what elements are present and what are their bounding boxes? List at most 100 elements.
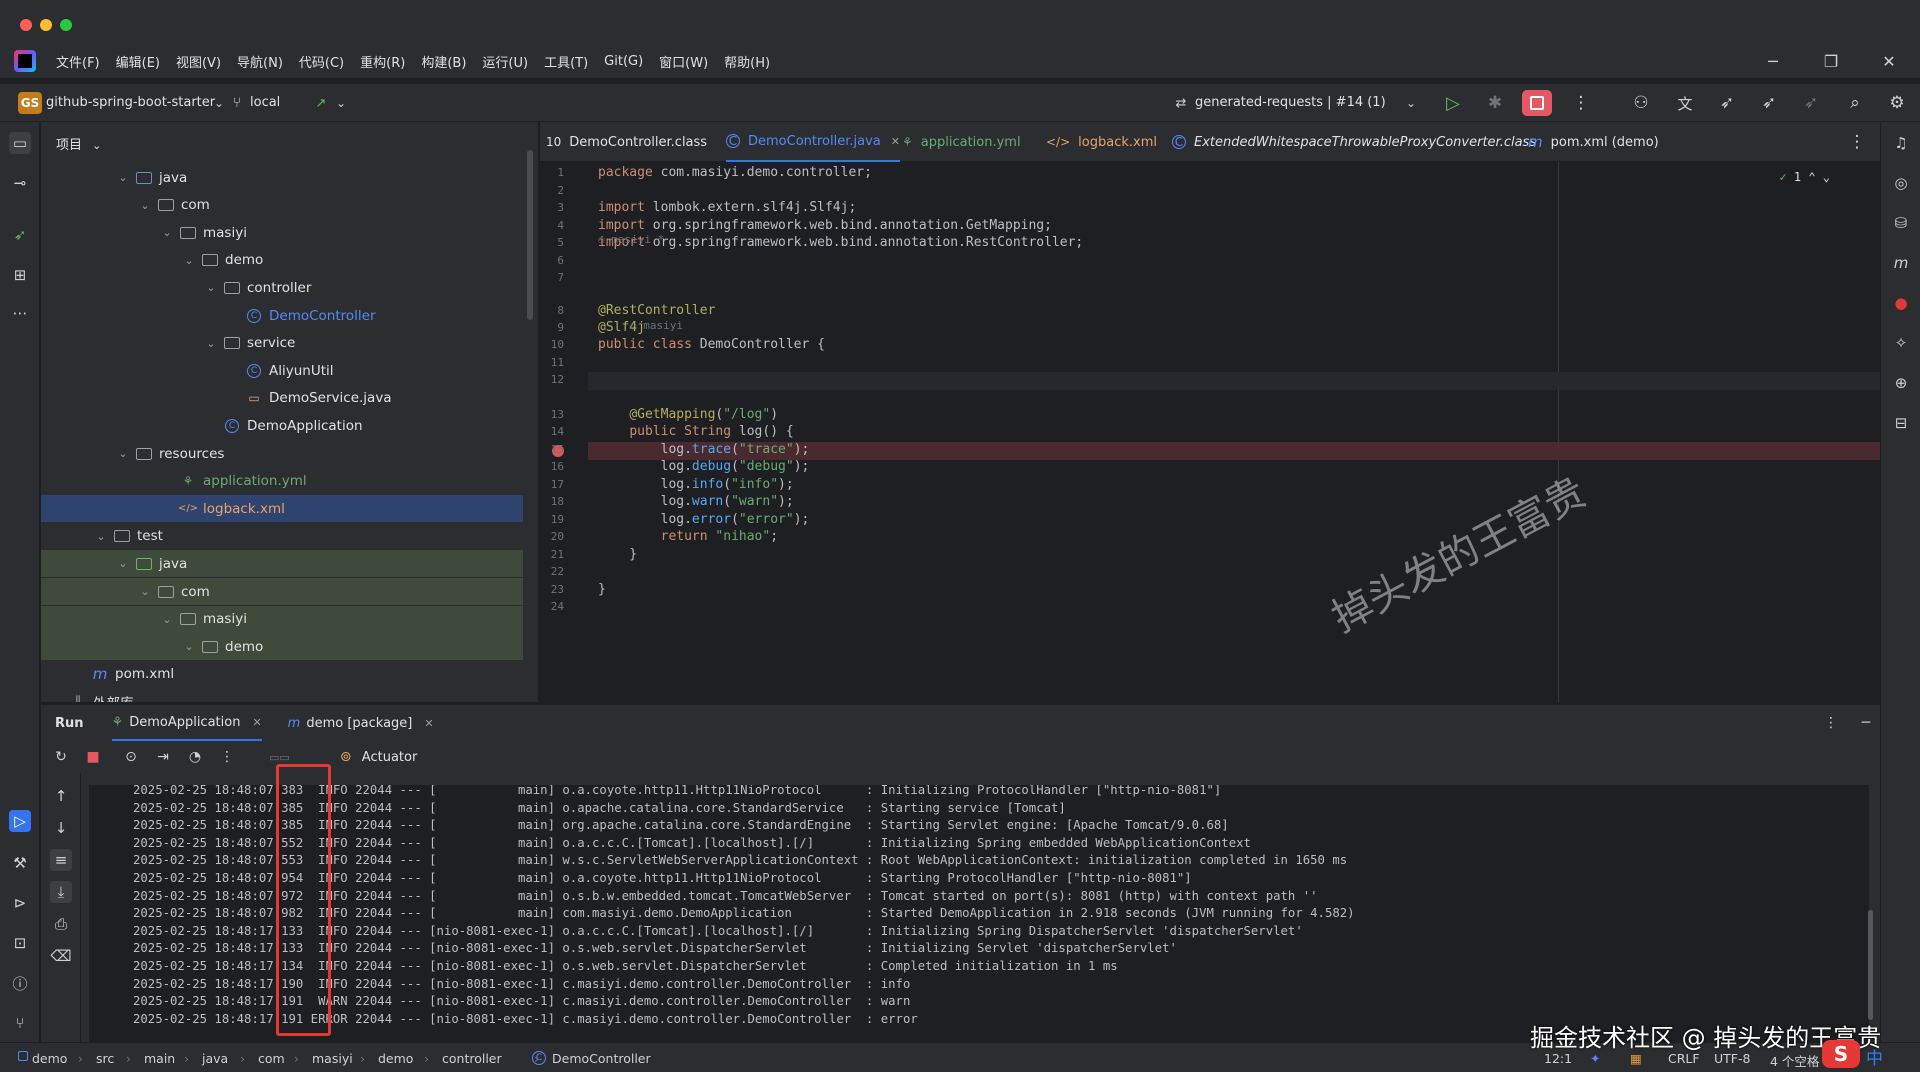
tree-item[interactable]: ⌄ demo <box>41 633 523 661</box>
line-separator[interactable]: CRLF <box>1668 1051 1700 1066</box>
jrebel-icon[interactable]: ➶ <box>9 224 31 246</box>
branch-selector[interactable]: local <box>250 95 280 110</box>
file-encoding[interactable]: UTF-8 <box>1714 1051 1750 1066</box>
restore-window-button[interactable]: ❐ <box>1808 44 1854 78</box>
menu-run[interactable]: 运行(U) <box>482 52 528 71</box>
breadcrumb-item[interactable]: masiyi <box>312 1051 353 1066</box>
translate-icon[interactable]: 文 <box>1674 92 1696 114</box>
close-tab-icon[interactable]: ✕ <box>891 135 900 148</box>
rerun-icon[interactable]: ↻ <box>49 745 73 769</box>
tree-item[interactable]: ⌄ com <box>41 192 523 219</box>
tab-demoapplication[interactable]: ⚘ DemoApplication ✕ <box>111 705 262 741</box>
tab-logback-xml[interactable]: </> logback.xml <box>1046 122 1157 162</box>
more-tools-icon[interactable]: ⋯ <box>9 302 31 324</box>
project-folder-icon[interactable]: ▭ <box>9 132 31 154</box>
tree-item[interactable]: ⌄ test <box>41 523 523 550</box>
git-icon[interactable]: ⑂ <box>9 1012 31 1034</box>
chevron-down-icon[interactable]: ⌄ <box>203 281 219 294</box>
tree-item[interactable]: C AliyunUtil <box>41 357 523 384</box>
window-close-dot[interactable] <box>20 19 32 31</box>
breadcrumb-item[interactable]: java <box>202 1051 228 1066</box>
breadcrumb-item[interactable]: com <box>258 1051 285 1066</box>
chevron-down-icon[interactable]: ⌄ <box>159 226 175 239</box>
tab-actuator[interactable]: Actuator <box>362 750 418 765</box>
camera-icon[interactable]: ⊙ <box>119 745 143 769</box>
more-icon[interactable]: ⋮ <box>215 745 239 769</box>
tab-democontroller-java[interactable]: C DemoController.java ✕ <box>726 122 900 162</box>
chevron-down-icon[interactable]: ⌄ <box>49 695 65 702</box>
tab-pom-xml[interactable]: m pom.xml (demo) <box>1528 122 1659 162</box>
chevron-down-icon[interactable]: ⌄ <box>181 640 197 653</box>
tab-demo-package[interactable]: m demo [package] ✕ <box>288 716 434 731</box>
chevron-down-icon[interactable]: ⌄ <box>1400 92 1422 114</box>
exit-icon[interactable]: ⇥ <box>151 745 175 769</box>
plugin-status-icon[interactable]: ✦ <box>1590 1051 1600 1066</box>
profiler-icon[interactable]: ◔ <box>183 745 207 769</box>
console-output[interactable]: 2025-02-25 18:48:07.383 INFO 22044 --- [… <box>89 785 1869 1043</box>
services-icon[interactable]: ⊳ <box>9 892 31 914</box>
rocket-icon[interactable]: ➶ <box>1758 92 1780 114</box>
project-badge[interactable]: GS <box>18 92 42 114</box>
chevron-down-icon[interactable]: ⌄ <box>93 530 109 543</box>
chevron-down-icon[interactable]: ⌄ <box>159 613 175 626</box>
tree-item[interactable]: ⚘ application.yml <box>41 468 523 495</box>
ai-assistant-icon[interactable]: ◎ <box>1890 172 1912 194</box>
tree-item[interactable]: ▭ DemoService.java <box>41 385 523 412</box>
structure-icon[interactable]: ⊞ <box>9 264 31 286</box>
breadcrumb-item[interactable]: demo <box>378 1051 413 1066</box>
tree-scrollbar[interactable] <box>527 150 533 320</box>
tab-application-yml[interactable]: ⚘ application.yml <box>902 122 1021 162</box>
menu-view[interactable]: 视图(V) <box>176 52 221 71</box>
menu-refactor[interactable]: 重构(R) <box>360 52 405 71</box>
minimize-window-button[interactable]: ─ <box>1750 44 1796 78</box>
breadcrumb-item[interactable]: src <box>96 1051 114 1066</box>
chevron-down-icon[interactable]: ⌄ <box>330 92 352 114</box>
window-minimize-dot[interactable] <box>40 19 52 31</box>
run-icon[interactable]: ▷ <box>1442 92 1464 114</box>
soft-wrap-icon[interactable]: ≡ <box>50 849 72 871</box>
tab-democontroller-class[interactable]: 10 DemoController.class <box>546 122 707 162</box>
chevron-down-icon[interactable]: ⌄ <box>115 171 131 184</box>
tree-item[interactable]: C DemoController <box>41 302 523 329</box>
search-icon[interactable]: ⌕ <box>1844 92 1866 114</box>
scroll-down-icon[interactable]: ↓ <box>50 817 72 839</box>
tree-item[interactable]: ⌄ masiyi <box>41 219 523 246</box>
run-config-selector[interactable]: generated-requests | #14 (1) <box>1195 95 1386 110</box>
problems-icon[interactable]: ⓘ <box>9 972 31 994</box>
console-scrollbar[interactable] <box>1868 910 1873 1020</box>
project-panel-header[interactable]: 项目 ⌄ <box>56 134 101 153</box>
more-actions-icon[interactable]: ⋮ <box>1570 92 1592 114</box>
stop-button[interactable] <box>1522 90 1552 116</box>
tree-item[interactable]: ⌄ java <box>41 550 523 578</box>
run-panel-more-icon[interactable]: ⋮ <box>1819 711 1843 735</box>
scroll-up-icon[interactable]: ↑ <box>50 785 72 807</box>
commit-icon[interactable]: ⊸ <box>9 172 31 194</box>
tree-item[interactable]: ⌄ ⫼ 外部库 <box>41 688 523 702</box>
rocket-icon[interactable]: ➶ <box>1800 92 1822 114</box>
notifications-bell-icon[interactable]: ♫ <box>1890 132 1912 154</box>
plugin-icon[interactable]: ✧ <box>1890 332 1912 354</box>
ime-mode-indicator[interactable]: 中 <box>1866 1044 1883 1069</box>
tree-item[interactable]: ⌄ com <box>41 578 523 605</box>
tree-item[interactable]: ⌄ demo <box>41 247 523 274</box>
chevron-down-icon[interactable]: ⌄ <box>181 254 197 267</box>
run-tool-icon[interactable]: ▷ <box>9 810 31 832</box>
menu-help[interactable]: 帮助(H) <box>724 52 770 71</box>
menu-file[interactable]: 文件(F) <box>56 52 100 71</box>
project-selector[interactable]: github-spring-boot-starter <box>46 95 215 110</box>
breadcrumb-item[interactable]: demo <box>32 1051 67 1066</box>
tree-item[interactable]: ⌄ masiyi <box>41 605 523 633</box>
rocket-icon[interactable]: ➶ <box>1716 92 1738 114</box>
chevron-down-icon[interactable]: ⌄ <box>137 585 153 598</box>
menu-build[interactable]: 构建(B) <box>421 52 466 71</box>
caret-position[interactable]: 12:1 <box>1544 1051 1572 1066</box>
menu-tools[interactable]: 工具(T) <box>544 52 588 71</box>
stop-icon[interactable]: ■ <box>81 745 105 769</box>
tab-throwable-converter[interactable]: C ExtendedWhitespaceThrowableProxyConver… <box>1172 122 1536 162</box>
menu-git[interactable]: Git(G) <box>604 54 643 69</box>
menu-edit[interactable]: 编辑(E) <box>116 52 160 71</box>
build-hammer-icon[interactable]: ⚒ <box>9 852 31 874</box>
chevron-down-icon[interactable]: ⌄ <box>115 557 131 570</box>
close-tab-icon[interactable]: ✕ <box>424 717 433 730</box>
code-editor[interactable]: 1 2 3 4 5 6 7 8 9 10 11 12 13 14 15 16 17 18 19 20 21 22 23 24 … <box>540 162 1880 702</box>
